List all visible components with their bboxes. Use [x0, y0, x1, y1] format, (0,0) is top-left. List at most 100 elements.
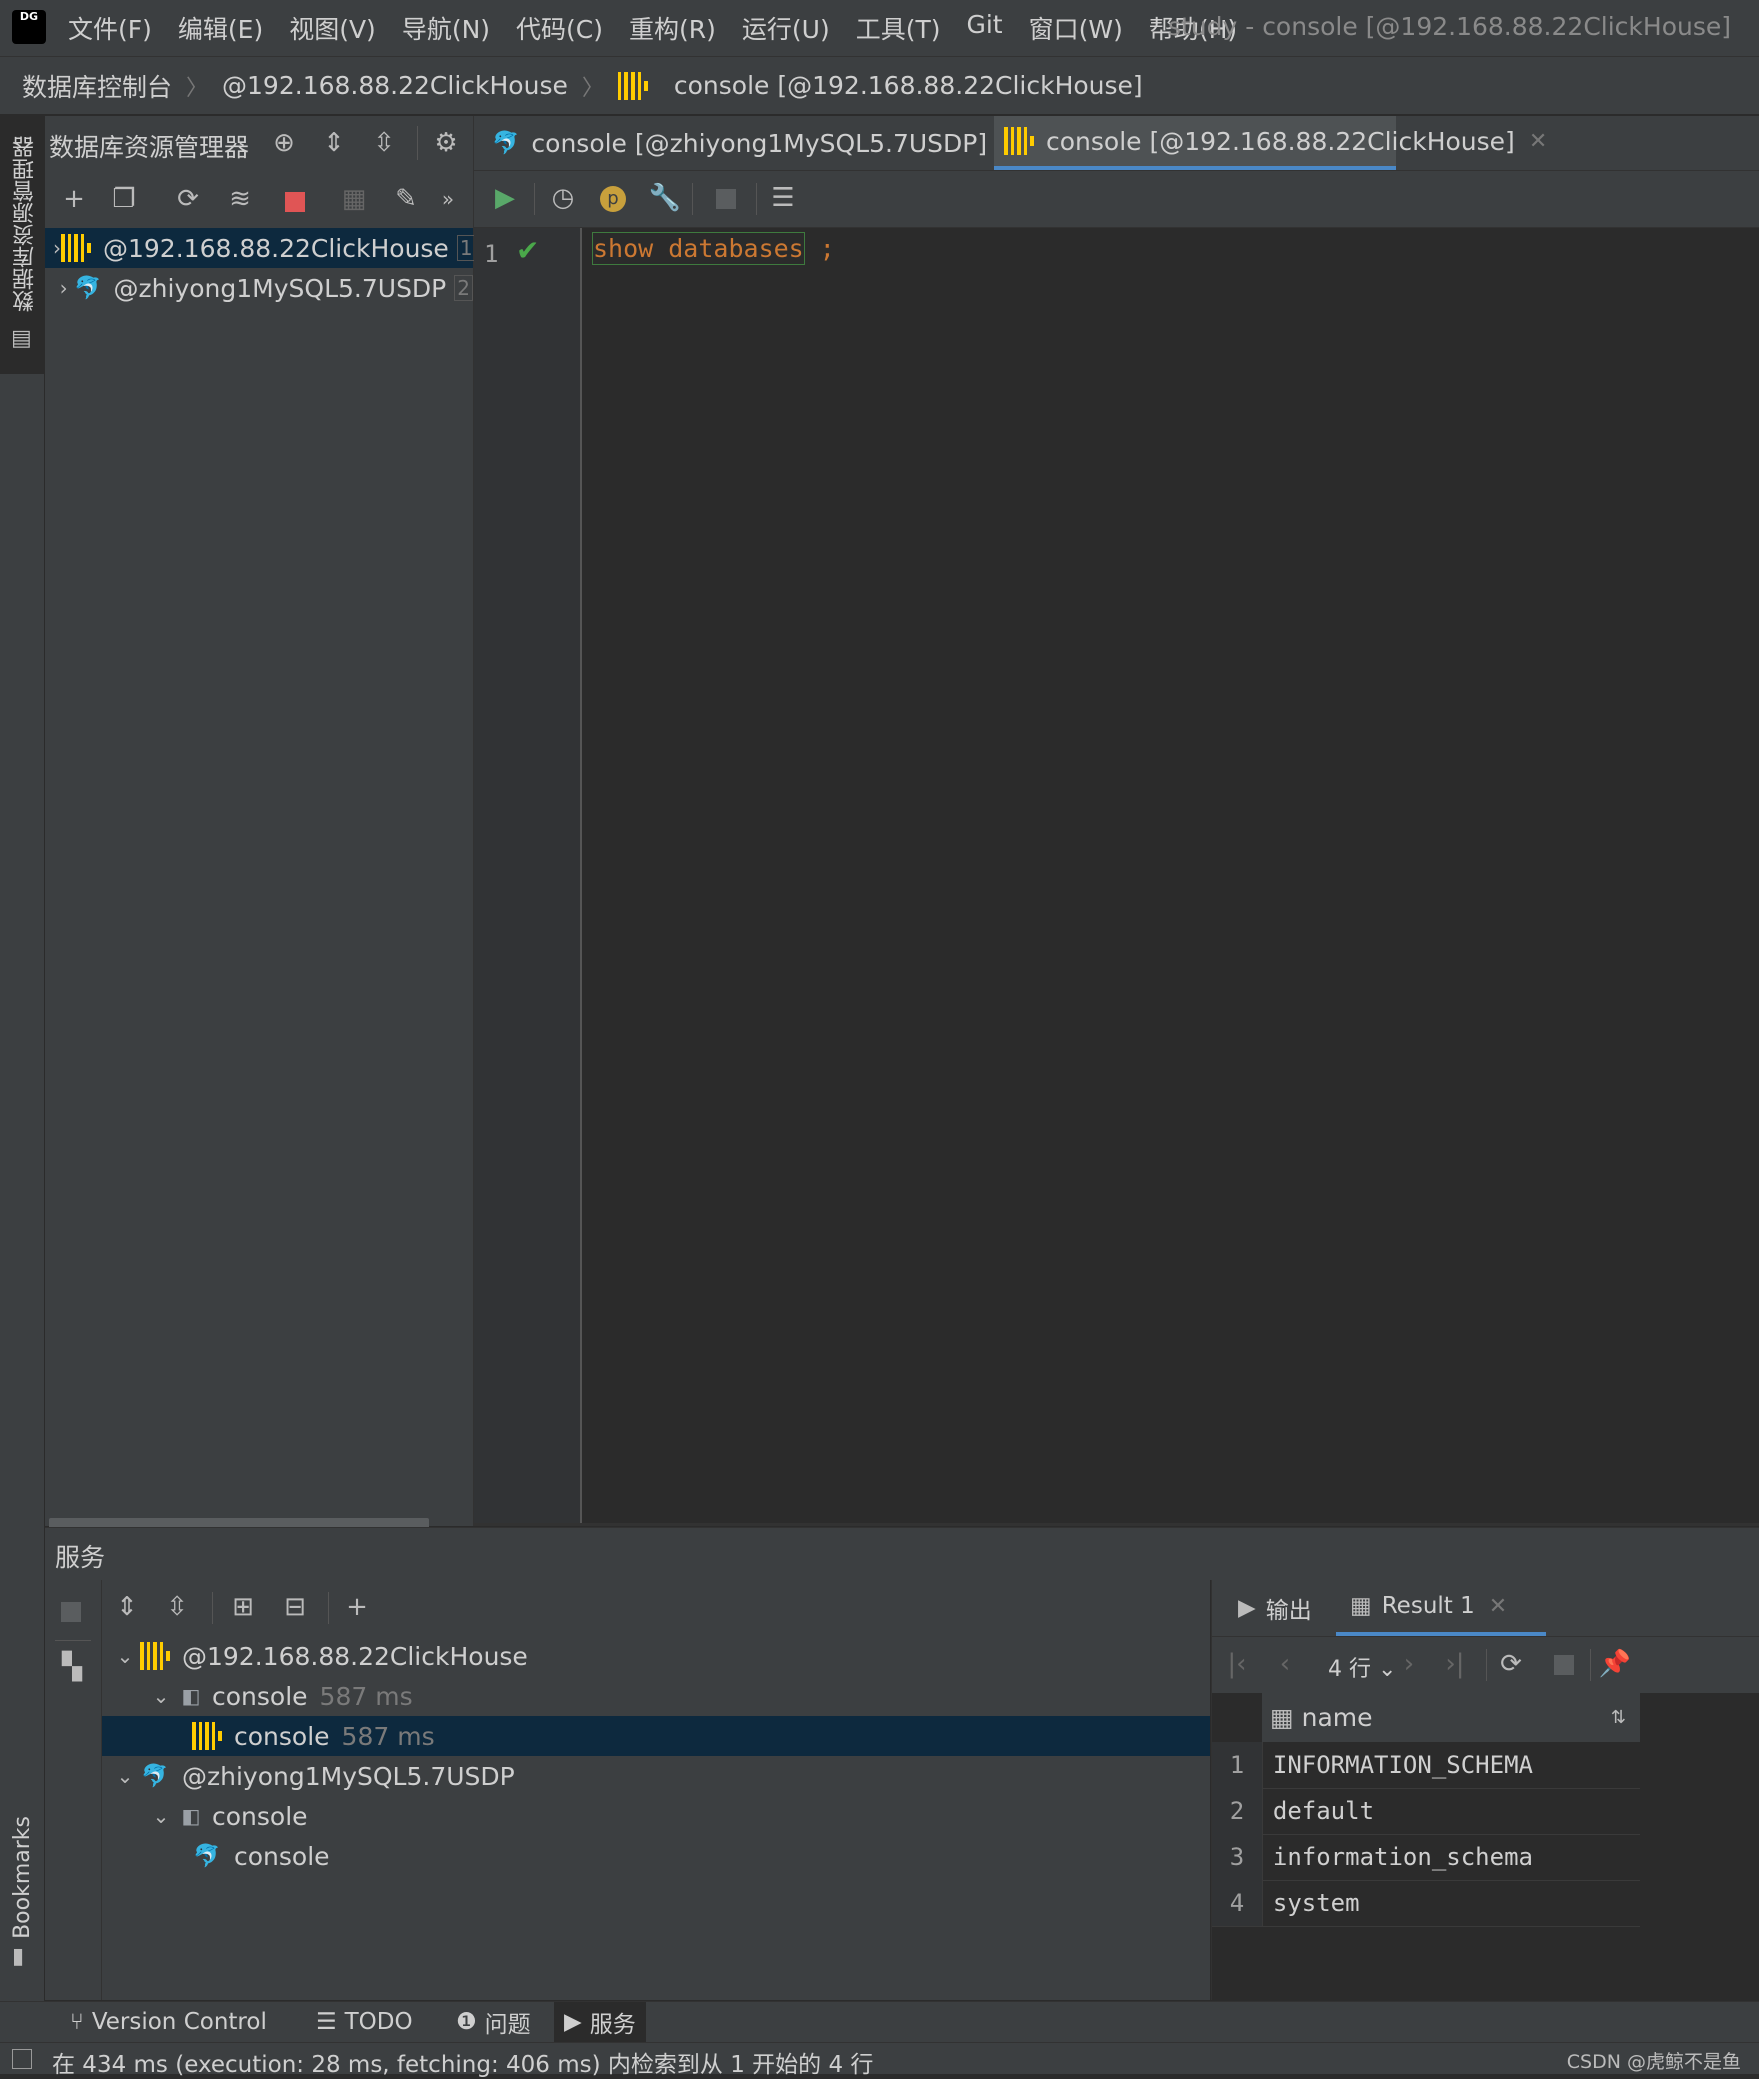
close-icon[interactable]: ✕ — [1489, 1594, 1507, 1619]
history-icon[interactable]: ◷ — [546, 181, 580, 215]
toggle-tool-windows-icon[interactable] — [12, 2049, 32, 2069]
table-row[interactable]: 1 INFORMATION_SCHEMA — [1212, 1742, 1640, 1789]
pin-icon[interactable]: 📌 — [1598, 1647, 1632, 1681]
expand-all-icon[interactable]: ⇕ — [317, 126, 351, 160]
services-item-console-group[interactable]: ⌄ ◧ console 587 ms — [102, 1676, 1210, 1716]
stop-icon[interactable] — [1554, 1655, 1574, 1675]
expand-all-icon[interactable]: ⇕ — [110, 1590, 144, 1624]
collapse-all-icon[interactable]: ⇳ — [160, 1590, 194, 1624]
collapse-all-icon[interactable]: ⇳ — [367, 126, 401, 160]
database-explorer-toolbar: + ❐ ⟳ ≋ ▦ ✎ » — [45, 172, 473, 228]
bookmarks-stripe-tab[interactable]: Bookmarks ▮ — [0, 1816, 44, 1976]
schema-icon[interactable]: ≋ — [223, 182, 257, 216]
table-icon[interactable]: ▦ — [337, 182, 371, 216]
services-item-mysql[interactable]: ⌄ 🐬 @zhiyong1MySQL5.7USDP — [102, 1756, 1210, 1796]
services-item-label: console — [212, 1801, 308, 1831]
clickhouse-icon — [1004, 127, 1034, 155]
tree-item-clickhouse[interactable]: › @192.168.88.22ClickHouse 1 — [45, 228, 476, 268]
profile-icon[interactable]: p — [600, 186, 626, 212]
menu-edit[interactable]: 编辑(E) — [178, 10, 263, 46]
sort-icon[interactable]: ⇅ — [1611, 1707, 1626, 1728]
menu-tools[interactable]: 工具(T) — [856, 10, 941, 46]
chevron-right-icon[interactable]: › — [53, 236, 61, 260]
more-icon[interactable]: » — [431, 182, 465, 216]
tab-problems[interactable]: ❶ 问题 — [446, 2002, 541, 2042]
duplicate-icon[interactable]: ❐ — [107, 182, 141, 216]
tab-result-1[interactable]: ▦ Result 1 ✕ — [1336, 1580, 1546, 1636]
add-icon[interactable]: + — [57, 182, 91, 216]
rows-dropdown[interactable]: 4 行 ⌄ — [1328, 1651, 1396, 1683]
services-icon: ▶ — [564, 2009, 582, 2035]
services-item-label: console — [212, 1681, 308, 1711]
menu-file[interactable]: 文件(F) — [68, 10, 152, 46]
chevron-down-icon[interactable]: ⌄ — [110, 1764, 140, 1788]
services-item-clickhouse[interactable]: ⌄ @192.168.88.22ClickHouse — [102, 1636, 1210, 1676]
menu-run[interactable]: 运行(U) — [742, 10, 830, 46]
refresh-icon[interactable]: ⟳ — [171, 182, 205, 216]
table-cell[interactable]: default — [1261, 1788, 1640, 1834]
tab-services[interactable]: ▶ 服务 — [554, 2002, 646, 2042]
table-row[interactable]: 4 system — [1212, 1880, 1640, 1927]
locate-icon[interactable]: ⊕ — [267, 126, 301, 160]
editor-area: 🐬 console [@zhiyong1MySQL5.7USDP] ✕ cons… — [474, 116, 1759, 1526]
table-row[interactable]: 3 information_schema — [1212, 1834, 1640, 1881]
toolbar-divider — [1590, 1649, 1591, 1681]
chevron-down-icon[interactable]: ⌄ — [146, 1804, 176, 1828]
table-row[interactable]: 2 default — [1212, 1788, 1640, 1835]
info-icon: ❶ — [456, 2009, 477, 2035]
services-title: 服务 — [55, 1543, 106, 1572]
stop-icon[interactable] — [61, 1602, 81, 1622]
menu-view[interactable]: 视图(V) — [289, 10, 376, 46]
menu-window[interactable]: 窗口(W) — [1029, 10, 1123, 46]
breadcrumb-item[interactable]: console [@192.168.88.22ClickHouse] — [674, 71, 1143, 100]
services-item-console-group[interactable]: ⌄ ◧ console — [102, 1796, 1210, 1836]
services-item-console[interactable]: console 587 ms — [102, 1716, 1210, 1756]
next-page-icon[interactable]: › — [1392, 1647, 1426, 1681]
column-icon: ▦ — [1270, 1702, 1294, 1732]
menu-navigate[interactable]: 导航(N) — [402, 10, 490, 46]
layout-icon[interactable]: ▚ — [55, 1650, 89, 1684]
watermark: CSDN @虎鲸不是鱼 — [1566, 2051, 1741, 2073]
breadcrumb-item[interactable]: 数据库控制台 — [22, 68, 172, 104]
services-item-console[interactable]: 🐬 console — [102, 1836, 1210, 1876]
menu-refactor[interactable]: 重构(R) — [629, 10, 716, 46]
first-page-icon[interactable]: |‹ — [1220, 1647, 1254, 1681]
row-number: 2 — [1212, 1788, 1262, 1834]
table-cell[interactable]: system — [1261, 1880, 1640, 1926]
status-text: 在 434 ms (execution: 28 ms, fetching: 40… — [52, 2052, 874, 2078]
tab-version-control[interactable]: ⑂ Version Control — [60, 2002, 277, 2042]
menu-code[interactable]: 代码(C) — [516, 10, 603, 46]
chevron-down-icon[interactable]: ⌄ — [146, 1684, 176, 1708]
tab-console-mysql[interactable]: 🐬 console [@zhiyong1MySQL5.7USDP] ✕ — [482, 116, 1020, 170]
column-header-name[interactable]: ▦ name ⇅ — [1262, 1692, 1640, 1742]
tree-item-mysql[interactable]: › 🐬 @zhiyong1MySQL5.7USDP 2 — [45, 268, 473, 308]
chevron-down-icon[interactable]: ⌄ — [110, 1644, 140, 1668]
database-explorer-stripe-tab[interactable]: 数据库资源管理器 ▤ — [0, 116, 44, 374]
breadcrumb-item[interactable]: @192.168.88.22ClickHouse — [222, 71, 568, 100]
stop-icon[interactable] — [285, 192, 305, 212]
breadcrumb-separator-icon: 〉 — [581, 75, 604, 101]
table-view-icon[interactable]: ☰ — [766, 181, 800, 215]
wrench-icon[interactable]: 🔧 — [648, 181, 682, 215]
tab-console-clickhouse[interactable]: console [@192.168.88.22ClickHouse] ✕ — [994, 116, 1547, 170]
last-page-icon[interactable]: ›| — [1438, 1647, 1472, 1681]
edit-icon[interactable]: ✎ — [389, 182, 423, 216]
code-line[interactable]: show databases ; — [592, 232, 835, 265]
gear-icon[interactable]: ⚙ — [429, 126, 463, 160]
refresh-icon[interactable]: ⟳ — [1494, 1647, 1528, 1681]
stop-icon[interactable] — [716, 189, 736, 209]
close-icon[interactable]: ✕ — [1529, 129, 1547, 154]
services-item-time: 587 ms — [319, 1681, 413, 1711]
previous-page-icon[interactable]: ‹ — [1268, 1647, 1302, 1681]
tab-todo[interactable]: ☰ TODO — [306, 2002, 423, 2042]
menu-git[interactable]: Git — [966, 10, 1002, 46]
table-cell[interactable]: INFORMATION_SCHEMA — [1261, 1742, 1640, 1788]
tab-output[interactable]: ▶ 输出 — [1238, 1580, 1312, 1636]
toolbar-divider — [417, 126, 418, 160]
new-group-icon[interactable]: ⊟ — [278, 1590, 312, 1624]
run-icon[interactable]: ▶ — [488, 181, 522, 215]
group-icon[interactable]: ⊞ — [226, 1590, 260, 1624]
chevron-right-icon[interactable]: › — [53, 276, 74, 300]
table-cell[interactable]: information_schema — [1261, 1834, 1640, 1880]
add-icon[interactable]: + — [340, 1590, 374, 1624]
